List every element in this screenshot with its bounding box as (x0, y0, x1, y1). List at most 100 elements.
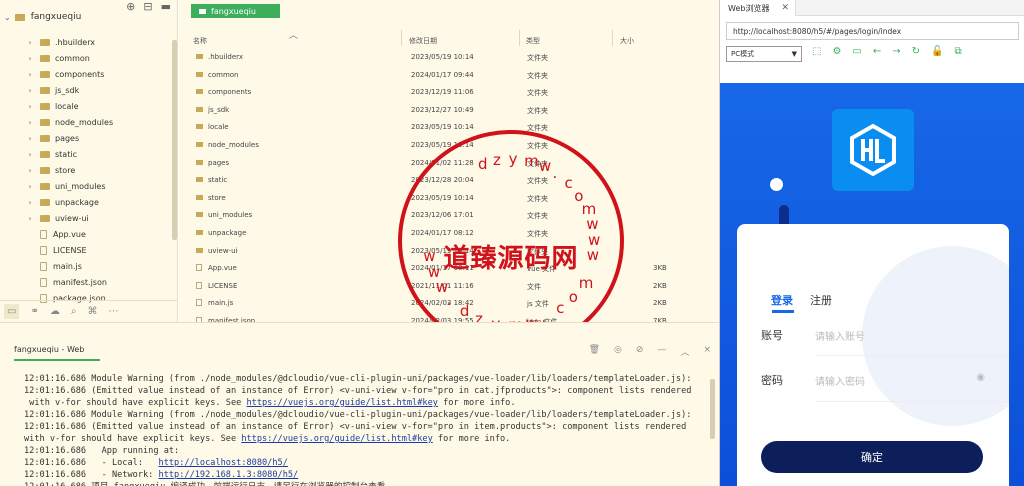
more-icon[interactable]: ⋯ (108, 306, 118, 317)
password-input[interactable]: 请输入密码 (815, 373, 865, 388)
tree-item[interactable]: › uni_modules (0, 178, 177, 194)
console-link[interactable]: https://vuejs.org/guide/list.html#key (241, 434, 432, 444)
chevron-right-icon[interactable]: › (26, 198, 34, 207)
url-bar[interactable]: http://localhost:8080/h5/#/pages/login/i… (726, 22, 1019, 40)
plugin-icon[interactable]: ⚭ (30, 306, 38, 317)
tree-item[interactable]: › .hbuilderx (0, 34, 177, 50)
folder-open-icon[interactable]: ▬ (161, 0, 171, 13)
chevron-up-icon[interactable]: ︿ (680, 345, 689, 358)
refresh-icon[interactable]: ↻ (912, 46, 920, 57)
chevron-right-icon[interactable]: › (26, 38, 34, 47)
console-line: 12:01:16.686 项目 fangxueqiu 编译成功。前端运行日志，请… (24, 481, 714, 486)
folder-icon (40, 86, 50, 94)
tree-item[interactable]: › locale (0, 98, 177, 114)
console-tab[interactable]: fangxueqiu - Web (14, 345, 84, 354)
file-row[interactable]: common 2024/01/17 09:44 文件夹 (179, 67, 719, 85)
chevron-right-icon[interactable]: › (26, 102, 34, 111)
tab-login[interactable]: 登录 (771, 292, 793, 308)
tree-item-label: store (55, 165, 76, 175)
layout-icon[interactable]: ⊟ (143, 0, 152, 13)
settings-icon[interactable]: ⚙ (832, 46, 841, 57)
tree-item[interactable]: ›App.vue (0, 226, 177, 242)
tree-item[interactable]: › store (0, 162, 177, 178)
browser-tab[interactable]: Web浏览器 ✕ (720, 0, 796, 16)
minimize-icon[interactable]: — (657, 345, 666, 358)
stamp-letter: d (459, 302, 470, 321)
select-element-icon[interactable]: ⬚ (812, 46, 821, 57)
file-name: components (208, 88, 252, 97)
chevron-right-icon[interactable]: › (26, 166, 34, 175)
login-tab-indicator (772, 310, 794, 313)
forward-icon[interactable]: → (892, 46, 900, 57)
console-link[interactable]: http://192.168.1.3:8080/h5/ (159, 470, 299, 480)
tree-item[interactable]: › js_sdk (0, 82, 177, 98)
file-date: 2023/12/19 11:06 (411, 88, 474, 97)
header-type[interactable]: 类型 (526, 36, 540, 46)
close-icon[interactable]: × (703, 345, 711, 358)
chevron-right-icon[interactable]: › (26, 70, 34, 79)
lock-icon[interactable]: 🔓 (931, 46, 943, 57)
search-icon[interactable]: ⌕ (71, 306, 77, 317)
header-name[interactable]: 名称 (193, 36, 207, 46)
close-tab-icon[interactable]: ✕ (781, 3, 789, 13)
chevron-right-icon[interactable]: › (26, 54, 34, 63)
chevron-right-icon[interactable]: › (26, 86, 34, 95)
file-name: store (208, 193, 226, 202)
clear-icon[interactable]: ⊘ (636, 345, 644, 358)
folder-icon (40, 198, 50, 206)
tree-item[interactable]: › common (0, 50, 177, 66)
file-name: LICENSE (208, 281, 238, 290)
account-input[interactable]: 请输入账号 (815, 328, 865, 343)
decor-circle (862, 246, 1009, 426)
git-icon[interactable]: ⌘ (87, 306, 97, 317)
file-name: App.vue (208, 264, 237, 273)
stop-icon[interactable]: ◎ (614, 345, 622, 358)
back-icon[interactable]: ← (873, 46, 881, 57)
login-card: 登录 注册 账号 请输入账号 密码 请输入密码 ◉ 确定 (737, 224, 1009, 486)
device-mode-select[interactable]: PC模式 ▼ (726, 46, 802, 62)
tree-scrollbar[interactable] (172, 40, 177, 240)
tree-item[interactable]: › components (0, 66, 177, 82)
trash-icon[interactable]: 🗑 (589, 345, 600, 358)
chevron-right-icon[interactable]: › (26, 214, 34, 223)
chevron-right-icon[interactable]: › (26, 182, 34, 191)
cloud-icon[interactable]: ☁ (50, 306, 60, 317)
tree-item[interactable]: ›LICENSE (0, 242, 177, 258)
chevron-right-icon[interactable]: › (26, 118, 34, 127)
tree-item[interactable]: › pages (0, 130, 177, 146)
eye-icon[interactable]: ◉ (976, 372, 985, 383)
chevron-right-icon[interactable]: › (26, 134, 34, 143)
breadcrumb[interactable]: fangxueqiu (191, 4, 280, 18)
confirm-button[interactable]: 确定 (761, 441, 983, 473)
header-date[interactable]: 修改日期 (409, 36, 437, 46)
console-line: 12:01:16.686 (Emitted value instead of a… (24, 421, 714, 433)
chevron-right-icon[interactable]: › (26, 150, 34, 159)
tree-item[interactable]: › static (0, 146, 177, 162)
tree-item[interactable]: ›main.js (0, 258, 177, 274)
copy-icon[interactable]: ⧉ (955, 46, 962, 57)
add-icon[interactable]: ⊕ (126, 0, 135, 13)
tree-item[interactable]: ›manifest.json (0, 274, 177, 290)
chevron-down-icon[interactable]: ⌄ (4, 13, 11, 22)
console-scrollbar[interactable] (710, 379, 715, 439)
project-root-row[interactable]: ⌄ fangxueqiu ⊕ ⊟ ▬ (0, 0, 177, 34)
console-icon[interactable]: ▭ (852, 46, 861, 57)
explorer-icon[interactable]: ▭ (4, 304, 20, 319)
tree-item[interactable]: › uview-ui (0, 210, 177, 226)
console-link[interactable]: http://localhost:8080/h5/ (159, 458, 288, 468)
tree-item[interactable]: › node_modules (0, 114, 177, 130)
tab-register[interactable]: 注册 (810, 292, 832, 308)
folder-icon (14, 13, 25, 21)
file-row[interactable]: .hbuilderx 2023/05/19 10:14 文件夹 (179, 49, 719, 67)
stamp-letter: o (568, 287, 578, 306)
tree-item-label: js_sdk (55, 85, 80, 95)
tree-item[interactable]: › unpackage (0, 194, 177, 210)
file-row[interactable]: components 2023/12/19 11:06 文件夹 (179, 84, 719, 102)
file-row[interactable]: js_sdk 2023/12/27 10:49 文件夹 (179, 102, 719, 120)
header-size[interactable]: 大小 (620, 36, 634, 46)
file-name: unpackage (208, 229, 247, 237)
field-divider (815, 355, 1009, 356)
tree-item-label: uview-ui (55, 213, 89, 223)
file-name: uview-ui (208, 246, 238, 255)
console-link[interactable]: https://vuejs.org/guide/list.html#key (246, 398, 437, 408)
